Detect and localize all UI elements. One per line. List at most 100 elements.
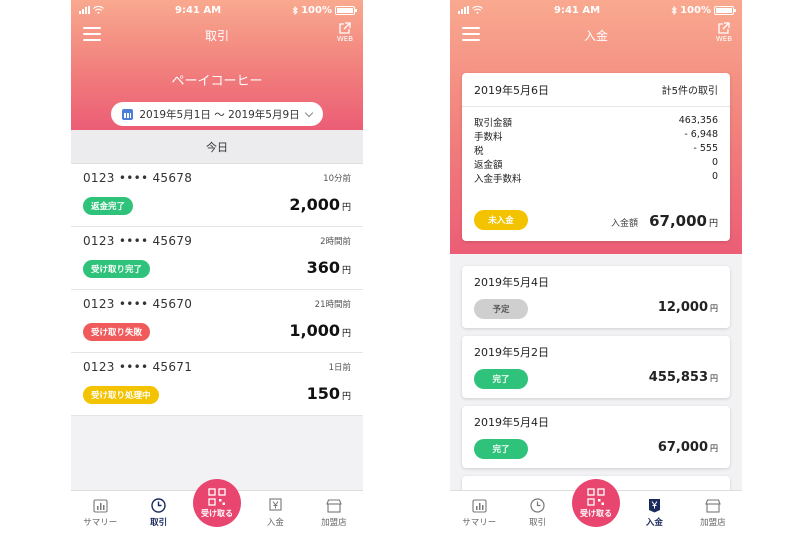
- deposit-screen: 9:41 AM 100% 入金 WEB 2019年5月6日 計5件の取引 取引金…: [450, 0, 742, 533]
- tab-deposit-label: 入金: [645, 518, 663, 528]
- nav-bar: 入金 WEB: [450, 20, 742, 50]
- transactions-header: 9:41 AM 100% 取引 WEB ペーイコーヒー 2019年5月1日 〜 …: [71, 0, 363, 130]
- deposit-card[interactable]: 2019年5月2日完了 455,853 円: [462, 336, 730, 398]
- web-label: WEB: [715, 35, 732, 43]
- transaction-list: 0123 •••• 45678 10分前 返金完了 2,000 円 0123 •••• 4…: [71, 164, 363, 416]
- deposit-card-footer: 未入金 入金額 67,000 円: [474, 209, 718, 231]
- transaction-amount: 360 円: [306, 258, 351, 277]
- breakdown-row: 税 - 555: [474, 143, 718, 157]
- transaction-row[interactable]: 0123 •••• 45678 10分前 返金完了 2,000 円: [71, 164, 363, 227]
- breakdown-value: 0: [711, 157, 718, 168]
- external-link-icon: [339, 22, 352, 34]
- bluetooth-icon: [671, 5, 677, 15]
- status-badge: 受け取り完了: [83, 260, 151, 278]
- date-range-text: 2019年5月1日 〜 2019年5月9日: [139, 108, 300, 121]
- page-title: 入金: [583, 28, 608, 43]
- shop-name: ペーイコーヒー: [171, 74, 263, 89]
- nav-bar: 取引 WEB: [71, 20, 363, 50]
- breakdown-row: 手数料 - 6,948: [474, 129, 718, 143]
- transaction-time: 21時間前: [314, 300, 351, 310]
- deposit-date: 2019年5月6日: [474, 83, 549, 97]
- tab-transactions[interactable]: 取引: [508, 491, 566, 533]
- qr-code-icon: [208, 487, 226, 506]
- deposit-header: 9:41 AM 100% 入金 WEB 2019年5月6日 計5件の取引 取引金…: [450, 0, 742, 254]
- deposit-card[interactable]: 2019年5月4日完了 67,000 円: [462, 406, 730, 468]
- account-number: 0123 •••• 45678: [83, 171, 193, 185]
- tab-transactions-label: 取引: [150, 518, 168, 528]
- transaction-count: 計5件の取引: [661, 86, 718, 97]
- battery-icon: [334, 5, 357, 15]
- tab-summary[interactable]: サマリー: [450, 491, 508, 533]
- qr-code-icon: [587, 487, 605, 506]
- external-link-icon: [718, 22, 731, 34]
- breakdown-value: - 6,948: [684, 129, 718, 140]
- signal-indicator: [79, 6, 104, 14]
- deposit-date: 2019年5月4日: [474, 276, 549, 289]
- receive-qr-button[interactable]: 受け取る: [572, 479, 620, 527]
- clock-icon: [530, 498, 546, 513]
- transaction-row[interactable]: 0123 •••• 45671 1日前 受け取り処理中 150 円: [71, 353, 363, 416]
- page-title: 取引: [204, 28, 229, 43]
- receive-qr-button[interactable]: 受け取る: [193, 479, 241, 527]
- receive-label: 受け取る: [201, 508, 233, 518]
- total-amount: 67,000 円: [649, 211, 718, 230]
- tab-transactions[interactable]: 取引: [129, 491, 187, 533]
- account-number: 0123 •••• 45679: [83, 234, 193, 248]
- transaction-row[interactable]: 0123 •••• 45679 2時間前受け取り完了 360 円: [71, 227, 363, 290]
- deposit-amount: 12,000 円: [657, 300, 718, 315]
- deposit-date: 2019年5月2日: [474, 346, 549, 359]
- wifi-icon: [472, 6, 483, 14]
- transaction-amount: 150 円: [306, 384, 351, 403]
- current-deposit-card[interactable]: 2019年5月6日 計5件の取引 取引金額 463,356 手数料 - 6,948 税 -…: [462, 73, 730, 241]
- chart-icon: [92, 498, 108, 513]
- date-range-picker[interactable]: 2019年5月1日 〜 2019年5月9日: [111, 102, 323, 126]
- web-label: WEB: [336, 35, 353, 43]
- store-icon: [326, 498, 342, 513]
- menu-icon[interactable]: [462, 27, 480, 41]
- tab-summary[interactable]: サマリー: [71, 491, 129, 533]
- account-number: 0123 •••• 45670: [83, 297, 193, 311]
- deposit-amount: 67,000 円: [657, 440, 718, 455]
- breakdown-row: 入金手数料 0: [474, 171, 718, 185]
- status-badge: 予定: [474, 299, 528, 319]
- breakdown-label: 返金額: [474, 160, 503, 171]
- tab-deposit[interactable]: 入金: [625, 491, 683, 533]
- status-badge: 受け取り失敗: [83, 323, 151, 341]
- calendar-icon: [122, 108, 134, 120]
- battery-percent: 100%: [680, 4, 711, 16]
- status-badge: 返金完了: [83, 197, 134, 215]
- transaction-time: 2時間前: [320, 237, 351, 247]
- clock-icon: [151, 498, 167, 513]
- tab-deposit[interactable]: 入金: [246, 491, 304, 533]
- transaction-row[interactable]: 0123 •••• 45670 21時間前 受け取り失敗 1,000 円: [71, 290, 363, 353]
- chart-icon: [471, 498, 487, 513]
- store-icon: [705, 498, 721, 513]
- tab-deposit-label: 入金: [266, 518, 284, 528]
- chevron-down-icon: [304, 108, 313, 117]
- web-button[interactable]: WEB: [337, 22, 353, 43]
- deposit-breakdown: 取引金額 463,356 手数料 - 6,948 税 - 555 返金額 0 入金手数料 0: [462, 107, 730, 185]
- breakdown-label: 手数料: [474, 132, 503, 143]
- deposit-card[interactable]: 2019年5月4日予定 12,000 円: [462, 266, 730, 328]
- status-badge: 完了: [474, 439, 528, 459]
- breakdown-value: 463,356: [678, 115, 718, 126]
- transaction-amount: 2,000 円: [289, 195, 351, 214]
- tab-bar: サマリー 取引 入金 加盟店 受け取る: [71, 479, 363, 533]
- status-bar: 9:41 AM 100%: [450, 0, 742, 20]
- tab-summary-label: サマリー: [83, 518, 118, 528]
- deposit-card-header: 2019年5月6日 計5件の取引: [462, 73, 730, 107]
- breakdown-row: 返金額 0: [474, 157, 718, 171]
- tab-store[interactable]: 加盟店: [684, 491, 742, 533]
- menu-icon[interactable]: [83, 27, 101, 41]
- signal-icon: [458, 6, 469, 14]
- deposit-date: 2019年5月4日: [474, 416, 549, 429]
- breakdown-label: 入金手数料: [474, 174, 522, 185]
- status-badge: 完了: [474, 369, 528, 389]
- deposit-amount: 455,853 円: [648, 370, 718, 385]
- battery-percent: 100%: [301, 4, 332, 16]
- signal-icon: [79, 6, 90, 14]
- status-time: 9:41 AM: [175, 4, 222, 16]
- web-button[interactable]: WEB: [716, 22, 732, 43]
- tab-store[interactable]: 加盟店: [305, 491, 363, 533]
- battery-icon: [713, 5, 736, 15]
